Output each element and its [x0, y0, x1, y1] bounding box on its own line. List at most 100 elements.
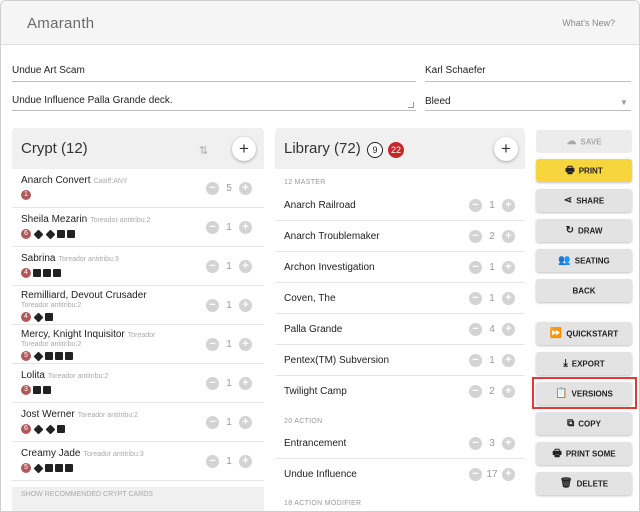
card-name[interactable]: Mercy, Knight Inquisitor	[21, 329, 125, 340]
quantity-value: 1	[489, 200, 495, 211]
card-name[interactable]: Undue Influence	[284, 469, 357, 480]
library-add-button[interactable]: +	[494, 137, 518, 161]
plus-icon[interactable]: +	[239, 416, 252, 429]
card-name[interactable]: Anarch Troublemaker	[284, 231, 380, 242]
plus-icon[interactable]: +	[239, 299, 252, 312]
crypt-row[interactable]: Jost Werner Toreador antitribu:2 6 − 1 +	[12, 403, 264, 442]
export-button[interactable]: ⤓ EXPORT	[536, 352, 632, 375]
whats-new-link[interactable]: What's New?	[562, 18, 615, 28]
print-button[interactable]: 🖶 PRINT	[536, 159, 632, 182]
card-name[interactable]: Creamy Jade	[21, 448, 80, 459]
deck-description-textarea[interactable]: Undue Influence Palla Grande deck.	[12, 95, 173, 106]
card-clan: Toreador antitribu:3	[83, 451, 144, 458]
crypt-row[interactable]: Remilliard, Devout Crusader Toreador ant…	[12, 286, 264, 325]
plus-icon[interactable]: +	[239, 455, 252, 468]
minus-icon[interactable]: −	[469, 354, 482, 367]
print-some-button[interactable]: 🖶 PRINT SOME	[536, 442, 632, 465]
minus-icon[interactable]: −	[469, 437, 482, 450]
library-row[interactable]: Anarch Troublemaker −2 +	[275, 221, 525, 252]
crypt-row[interactable]: Creamy Jade Toreador antitribu:3 5 − 1 +	[12, 442, 264, 481]
discipline-icon	[33, 351, 44, 362]
minus-icon[interactable]: −	[469, 199, 482, 212]
library-row[interactable]: Entrancement −3 +	[275, 428, 525, 459]
card-name[interactable]: Lolita	[21, 370, 45, 381]
plus-icon[interactable]: +	[502, 323, 515, 336]
plus-icon[interactable]: +	[239, 260, 252, 273]
show-recommended-link[interactable]: SHOW RECOMMENDED CRYPT CARDS	[21, 491, 153, 498]
discipline-icon	[33, 424, 44, 435]
card-name[interactable]: Twilight Camp	[284, 386, 347, 397]
card-name[interactable]: Sheila Mezarin	[21, 214, 87, 225]
plus-icon[interactable]: +	[239, 377, 252, 390]
minus-icon[interactable]: −	[206, 455, 219, 468]
card-name[interactable]: Remilliard, Devout Crusader	[21, 290, 147, 301]
card-name[interactable]: Coven, The	[284, 293, 336, 304]
quantity-stepper: −1 +	[469, 261, 515, 275]
plus-icon[interactable]: +	[502, 468, 515, 481]
chevron-down-icon[interactable]: ▼	[620, 98, 628, 107]
library-row[interactable]: Twilight Camp −2 +	[275, 376, 525, 407]
share-button[interactable]: ⋖ SHARE	[536, 189, 632, 212]
sort-icon[interactable]: ⇅	[199, 144, 208, 157]
minus-icon[interactable]: −	[469, 230, 482, 243]
card-name[interactable]: Anarch Convert	[21, 175, 90, 186]
discipline-icon	[65, 352, 73, 361]
deck-format-select[interactable]: Bleed	[425, 96, 451, 107]
plus-icon[interactable]: +	[502, 292, 515, 305]
crypt-add-button[interactable]: +	[232, 137, 256, 161]
plus-icon[interactable]: +	[502, 437, 515, 450]
deck-author-input[interactable]: Karl Schaefer	[425, 65, 486, 76]
library-row[interactable]: Undue Influence −17 +	[275, 459, 525, 490]
deck-name-input[interactable]: Undue Art Scam	[12, 65, 85, 76]
card-name[interactable]: Pentex(TM) Subversion	[284, 355, 389, 366]
deck-format-underline	[425, 110, 631, 111]
card-name[interactable]: Jost Werner	[21, 409, 75, 420]
minus-icon[interactable]: −	[469, 468, 482, 481]
minus-icon[interactable]: −	[469, 385, 482, 398]
minus-icon[interactable]: −	[206, 260, 219, 273]
library-row[interactable]: Archon Investigation −1 +	[275, 252, 525, 283]
versions-highlight-box	[532, 377, 637, 409]
minus-icon[interactable]: −	[206, 416, 219, 429]
plus-icon[interactable]: +	[239, 182, 252, 195]
minus-icon[interactable]: −	[206, 182, 219, 195]
back-button[interactable]: BACK	[536, 279, 632, 302]
seating-button[interactable]: 👥 SEATING	[536, 249, 632, 272]
save-button[interactable]: ☁ SAVE	[536, 130, 632, 153]
minus-icon[interactable]: −	[206, 221, 219, 234]
plus-icon[interactable]: +	[502, 230, 515, 243]
library-row[interactable]: Coven, The −1 +	[275, 283, 525, 314]
plus-icon[interactable]: +	[239, 338, 252, 351]
minus-icon[interactable]: −	[469, 261, 482, 274]
card-name[interactable]: Sabrina	[21, 253, 55, 264]
card-name[interactable]: Archon Investigation	[284, 262, 375, 273]
plus-icon[interactable]: +	[239, 221, 252, 234]
crypt-row[interactable]: Lolita Toreador antitribu:2 3 − 1 +	[12, 364, 264, 403]
quantity-stepper: −3 +	[469, 437, 515, 451]
card-name[interactable]: Entrancement	[284, 438, 346, 449]
draw-button[interactable]: ↻ DRAW	[536, 219, 632, 242]
card-name[interactable]: Anarch Railroad	[284, 200, 356, 211]
crypt-row[interactable]: Anarch Convert Caitiff:ANY 1 − 5 +	[12, 169, 264, 208]
plus-icon[interactable]: +	[502, 385, 515, 398]
minus-icon[interactable]: −	[206, 377, 219, 390]
plus-icon[interactable]: +	[502, 261, 515, 274]
library-row[interactable]: Palla Grande −4 +	[275, 314, 525, 345]
crypt-row[interactable]: Sheila Mezarin Toreador antitribu:2 6 − 1…	[12, 208, 264, 247]
plus-icon[interactable]: +	[502, 199, 515, 212]
minus-icon[interactable]: −	[469, 292, 482, 305]
copy-button[interactable]: ⧉ COPY	[536, 412, 632, 435]
crypt-row[interactable]: Mercy, Knight Inquisitor Toreador Toreado…	[12, 325, 264, 364]
crypt-row[interactable]: Sabrina Toreador antitribu:3 4 − 1 +	[12, 247, 264, 286]
resize-handle-icon[interactable]	[408, 102, 414, 108]
library-row[interactable]: Anarch Railroad −1 +	[275, 190, 525, 221]
library-row[interactable]: Pentex(TM) Subversion −1 +	[275, 345, 525, 376]
minus-icon[interactable]: −	[206, 299, 219, 312]
minus-icon[interactable]: −	[206, 338, 219, 351]
quickstart-button[interactable]: ⏩ QUICKSTART	[536, 322, 632, 345]
plus-icon[interactable]: +	[502, 354, 515, 367]
delete-button[interactable]: 🗑 DELETE	[536, 472, 632, 495]
minus-icon[interactable]: −	[469, 323, 482, 336]
cloud-upload-icon: ☁	[566, 136, 577, 148]
card-name[interactable]: Palla Grande	[284, 324, 342, 335]
